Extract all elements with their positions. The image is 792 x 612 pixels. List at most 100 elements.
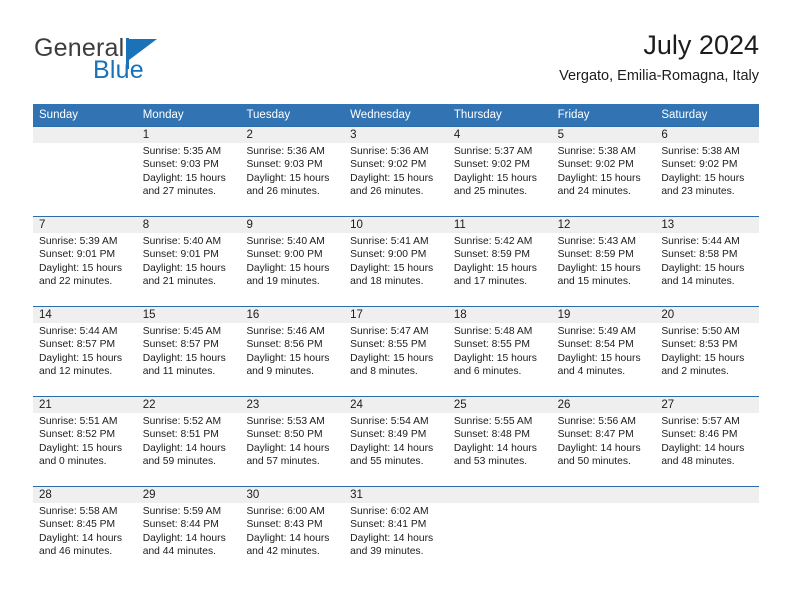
day-number-empty	[655, 487, 759, 503]
sunrise-text: Sunrise: 5:57 AM	[661, 416, 740, 427]
day-number-28[interactable]: 28	[33, 487, 137, 503]
sunset-text: Sunset: 8:54 PM	[557, 339, 634, 351]
calendar-week-row: 7 8 9 10 11 12 13 Sunrise: 5:39 AM Sunset: 9:01 …	[33, 216, 759, 306]
day-cell-2[interactable]: Sunrise: 5:36 AM Sunset: 9:03 PM Daylight:…	[240, 143, 344, 216]
day-cell-15[interactable]: Sunrise: 5:45 AM Sunset: 8:57 PM Daylight:…	[137, 323, 241, 396]
sunrise-text: Sunrise: 6:00 AM	[246, 506, 325, 517]
sunset-text: Sunset: 9:01 PM	[39, 249, 116, 261]
day-cell-16[interactable]: Sunrise: 5:46 AM Sunset: 8:56 PM Daylight:…	[240, 323, 344, 396]
sunrise-text: Sunrise: 5:40 AM	[246, 236, 325, 247]
sunrise-text: Sunrise: 5:53 AM	[246, 416, 325, 427]
daylight-text: Daylight: 15 hours and 8 minutes.	[350, 352, 434, 378]
day-number-31[interactable]: 31	[344, 487, 448, 503]
day-number-2[interactable]: 2	[240, 127, 344, 143]
day-number-empty	[448, 487, 552, 503]
day-cell-25[interactable]: Sunrise: 5:55 AM Sunset: 8:48 PM Daylight:…	[448, 413, 552, 486]
daylight-text: Daylight: 15 hours and 0 minutes.	[39, 442, 122, 468]
day-cell-29[interactable]: Sunrise: 5:59 AM Sunset: 8:44 PM Daylight:…	[137, 503, 241, 575]
day-cell-3[interactable]: Sunrise: 5:36 AM Sunset: 9:02 PM Daylight:…	[344, 143, 448, 216]
day-cell-9[interactable]: Sunrise: 5:40 AM Sunset: 9:00 PM Daylight:…	[240, 233, 344, 306]
day-number-23[interactable]: 23	[240, 397, 344, 413]
day-cell-4[interactable]: Sunrise: 5:37 AM Sunset: 9:02 PM Daylight:…	[448, 143, 552, 216]
day-cell-5[interactable]: Sunrise: 5:38 AM Sunset: 9:02 PM Daylight:…	[552, 143, 656, 216]
sunrise-text: Sunrise: 5:54 AM	[350, 416, 429, 427]
day-cell-13[interactable]: Sunrise: 5:44 AM Sunset: 8:58 PM Daylight:…	[655, 233, 759, 306]
weekday-header-row: Sunday Monday Tuesday Wednesday Thursday Frid…	[33, 104, 759, 126]
day-number-14[interactable]: 14	[33, 307, 137, 323]
sunrise-text: Sunrise: 5:36 AM	[350, 146, 429, 157]
day-number-3[interactable]: 3	[344, 127, 448, 143]
day-number-11[interactable]: 11	[448, 217, 552, 233]
day-number-15[interactable]: 15	[137, 307, 241, 323]
day-cell-30[interactable]: Sunrise: 6:00 AM Sunset: 8:43 PM Daylight:…	[240, 503, 344, 575]
day-cell-26[interactable]: Sunrise: 5:56 AM Sunset: 8:47 PM Daylight:…	[552, 413, 656, 486]
day-number-27[interactable]: 27	[655, 397, 759, 413]
sunrise-text: Sunrise: 5:58 AM	[39, 506, 118, 517]
day-cell-6[interactable]: Sunrise: 5:38 AM Sunset: 9:02 PM Daylight:…	[655, 143, 759, 216]
day-number-21[interactable]: 21	[33, 397, 137, 413]
day-cell-18[interactable]: Sunrise: 5:48 AM Sunset: 8:55 PM Daylight:…	[448, 323, 552, 396]
day-number-8[interactable]: 8	[137, 217, 241, 233]
sunset-text: Sunset: 9:00 PM	[350, 249, 427, 261]
day-number-26[interactable]: 26	[552, 397, 656, 413]
day-cell-10[interactable]: Sunrise: 5:41 AM Sunset: 9:00 PM Daylight:…	[344, 233, 448, 306]
day-number-29[interactable]: 29	[137, 487, 241, 503]
sunset-text: Sunset: 8:57 PM	[39, 339, 116, 351]
day-cell-19[interactable]: Sunrise: 5:49 AM Sunset: 8:54 PM Daylight:…	[552, 323, 656, 396]
day-number-6[interactable]: 6	[655, 127, 759, 143]
day-cell-23[interactable]: Sunrise: 5:53 AM Sunset: 8:50 PM Daylight:…	[240, 413, 344, 486]
day-detail-row: Sunrise: 5:58 AM Sunset: 8:45 PM Daylight:…	[33, 503, 759, 575]
sunrise-text: Sunrise: 5:38 AM	[661, 146, 740, 157]
day-number-4[interactable]: 4	[448, 127, 552, 143]
sunrise-text: Sunrise: 5:44 AM	[661, 236, 740, 247]
calendar-week-row: 28 29 30 31 Sunrise: 5:58 AM Sunset: 8:45 PM D…	[33, 486, 759, 575]
daylight-text: Daylight: 14 hours and 57 minutes.	[246, 442, 330, 468]
daylight-text: Daylight: 15 hours and 21 minutes.	[142, 262, 226, 288]
day-number-30[interactable]: 30	[240, 487, 344, 503]
day-cell-12[interactable]: Sunrise: 5:43 AM Sunset: 8:59 PM Daylight:…	[552, 233, 656, 306]
daylight-text: Daylight: 15 hours and 26 minutes.	[246, 172, 330, 198]
day-number-22[interactable]: 22	[137, 397, 241, 413]
day-cell-28[interactable]: Sunrise: 5:58 AM Sunset: 8:45 PM Daylight:…	[33, 503, 137, 575]
day-number-18[interactable]: 18	[448, 307, 552, 323]
day-cell-7[interactable]: Sunrise: 5:39 AM Sunset: 9:01 PM Daylight:…	[33, 233, 137, 306]
day-number-12[interactable]: 12	[552, 217, 656, 233]
day-number-19[interactable]: 19	[552, 307, 656, 323]
brand-logo[interactable]: General Blue	[33, 32, 253, 90]
day-cell-31[interactable]: Sunrise: 6:02 AM Sunset: 8:41 PM Daylight:…	[344, 503, 448, 575]
day-cell-1[interactable]: Sunrise: 5:35 AM Sunset: 9:03 PM Daylight:…	[137, 143, 241, 216]
day-cell-17[interactable]: Sunrise: 5:47 AM Sunset: 8:55 PM Daylight:…	[344, 323, 448, 396]
day-number-20[interactable]: 20	[655, 307, 759, 323]
day-number-7[interactable]: 7	[33, 217, 137, 233]
day-number-16[interactable]: 16	[240, 307, 344, 323]
sunset-text: Sunset: 9:00 PM	[246, 249, 323, 261]
day-number-13[interactable]: 13	[655, 217, 759, 233]
day-number-10[interactable]: 10	[344, 217, 448, 233]
day-number-25[interactable]: 25	[448, 397, 552, 413]
daylight-text: Daylight: 14 hours and 50 minutes.	[557, 442, 641, 468]
daylight-text: Daylight: 15 hours and 18 minutes.	[350, 262, 434, 288]
weekday-header-thursday: Thursday	[453, 109, 502, 121]
sunrise-text: Sunrise: 5:44 AM	[39, 326, 118, 337]
day-cell-empty	[448, 503, 552, 575]
day-number-17[interactable]: 17	[344, 307, 448, 323]
sunset-text: Sunset: 8:49 PM	[350, 429, 427, 441]
sunset-text: Sunset: 8:45 PM	[39, 519, 116, 531]
day-cell-21[interactable]: Sunrise: 5:51 AM Sunset: 8:52 PM Daylight:…	[33, 413, 137, 486]
day-cell-27[interactable]: Sunrise: 5:57 AM Sunset: 8:46 PM Daylight:…	[655, 413, 759, 486]
sunset-text: Sunset: 8:59 PM	[453, 249, 531, 261]
day-cell-24[interactable]: Sunrise: 5:54 AM Sunset: 8:49 PM Daylight:…	[344, 413, 448, 486]
day-cell-20[interactable]: Sunrise: 5:50 AM Sunset: 8:53 PM Daylight:…	[655, 323, 759, 396]
day-cell-8[interactable]: Sunrise: 5:40 AM Sunset: 9:01 PM Daylight:…	[137, 233, 241, 306]
day-cell-empty	[33, 143, 137, 216]
day-number-5[interactable]: 5	[552, 127, 656, 143]
day-number-1[interactable]: 1	[137, 127, 241, 143]
sunset-text: Sunset: 9:01 PM	[142, 249, 219, 261]
day-cell-11[interactable]: Sunrise: 5:42 AM Sunset: 8:59 PM Daylight:…	[448, 233, 552, 306]
daylight-text: Daylight: 15 hours and 25 minutes.	[453, 172, 537, 198]
day-cell-22[interactable]: Sunrise: 5:52 AM Sunset: 8:51 PM Daylight:…	[137, 413, 241, 486]
sunset-text: Sunset: 8:59 PM	[557, 249, 634, 261]
day-cell-14[interactable]: Sunrise: 5:44 AM Sunset: 8:57 PM Daylight:…	[33, 323, 137, 396]
day-number-24[interactable]: 24	[344, 397, 448, 413]
day-number-9[interactable]: 9	[240, 217, 344, 233]
